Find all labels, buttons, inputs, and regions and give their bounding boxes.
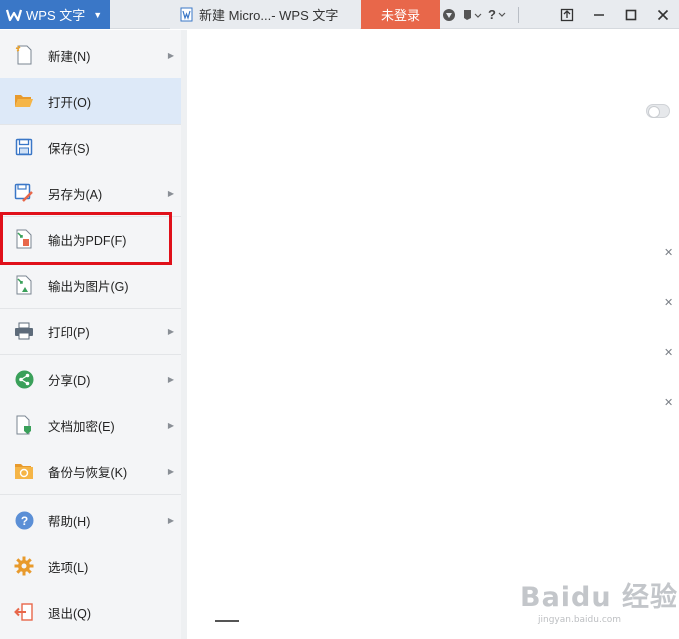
- menu-item-help[interactable]: ? 帮助(H) ▶: [0, 497, 181, 543]
- toggle-switch[interactable]: [646, 104, 670, 118]
- menu-item-encrypt[interactable]: 文档加密(E) ▶: [0, 402, 181, 448]
- menu-item-label: 打印(P): [48, 325, 90, 340]
- new-doc-icon: [14, 45, 34, 65]
- menu-item-exit[interactable]: 退出(Q): [0, 589, 181, 635]
- save-as-icon: [14, 183, 34, 203]
- panel-edge: [181, 30, 187, 639]
- title-bar: WPS 文字 ▼ 新建 Micro...- WPS 文字 未登录 ?: [0, 0, 679, 29]
- skin-icon[interactable]: [442, 8, 456, 22]
- menu-divider: [0, 354, 181, 355]
- file-menu-panel: 新建(N) ▶ 打开(O) 保存(S) 另存为(A) ▶ 输出为PDF(F) 输…: [0, 30, 181, 639]
- chevron-down-icon: ▼: [93, 9, 103, 20]
- menu-item-label: 选项(L): [48, 560, 89, 575]
- help-icon: ?: [14, 510, 34, 530]
- document-title: 新建 Micro...- WPS 文字: [199, 8, 339, 23]
- menu-item-new[interactable]: 新建(N) ▶: [0, 32, 181, 78]
- close-icon[interactable]: ✕: [664, 398, 674, 409]
- export-image-icon: [14, 275, 34, 295]
- encrypt-icon: [14, 415, 34, 435]
- menu-item-label: 新建(N): [48, 49, 91, 64]
- menu-item-label: 分享(D): [48, 373, 91, 388]
- submenu-arrow-icon: ▶: [167, 420, 174, 430]
- scroll-indicator: [215, 620, 239, 622]
- menu-item-backup[interactable]: 备份与恢复(K) ▶: [0, 448, 181, 494]
- window-controls: [551, 0, 679, 29]
- highlight-annotation-box: [0, 212, 172, 265]
- close-icon[interactable]: ✕: [664, 248, 674, 259]
- feedback-icon[interactable]: [462, 8, 482, 22]
- menu-divider: [0, 494, 181, 495]
- close-icon[interactable]: ✕: [664, 348, 674, 359]
- menu-item-print[interactable]: 打印(P) ▶: [0, 308, 181, 354]
- menu-item-save-as[interactable]: 另存为(A) ▶: [0, 170, 181, 216]
- menu-item-label: 保存(S): [48, 141, 90, 156]
- app-menu-button[interactable]: WPS 文字 ▼: [0, 0, 110, 29]
- menu-item-options[interactable]: 选项(L): [0, 543, 181, 589]
- wps-logo-icon: [5, 7, 23, 23]
- menu-item-label: 退出(Q): [48, 606, 92, 621]
- menu-item-open[interactable]: 打开(O): [0, 78, 181, 124]
- menu-item-label: 另存为(A): [48, 187, 103, 202]
- menu-item-save[interactable]: 保存(S): [0, 124, 181, 170]
- save-icon: [14, 137, 34, 157]
- document-icon: [180, 7, 193, 22]
- help-mark: ?: [488, 7, 496, 22]
- exit-icon: [14, 602, 34, 622]
- toolbar-divider: [517, 6, 519, 23]
- menu-item-label: 输出为图片(G): [48, 279, 129, 294]
- submenu-arrow-icon: ▶: [167, 188, 174, 198]
- options-gear-icon: [14, 556, 34, 576]
- close-window-button[interactable]: [647, 0, 679, 29]
- document-tab[interactable]: 新建 Micro...- WPS 文字: [170, 0, 360, 29]
- titlebar-tools: ?: [442, 0, 525, 29]
- submenu-arrow-icon: ▶: [167, 515, 174, 525]
- share-icon: [14, 369, 34, 389]
- restore-layout-button[interactable]: [551, 0, 583, 29]
- close-icon[interactable]: ✕: [664, 298, 674, 309]
- menu-item-export-image[interactable]: 输出为图片(G): [0, 262, 181, 308]
- help-dropdown-icon[interactable]: ?: [488, 7, 506, 22]
- watermark-text: Baidu 经验: [520, 582, 679, 613]
- menu-item-label: 打开(O): [48, 95, 92, 110]
- minimize-button[interactable]: [583, 0, 615, 29]
- submenu-arrow-icon: ▶: [167, 374, 174, 384]
- print-icon: [14, 321, 34, 341]
- menu-item-share[interactable]: 分享(D) ▶: [0, 356, 181, 402]
- main-content-area: [181, 30, 679, 639]
- maximize-button[interactable]: [615, 0, 647, 29]
- submenu-arrow-icon: ▶: [167, 466, 174, 476]
- app-name: WPS 文字: [26, 8, 86, 23]
- svg-text:?: ?: [20, 514, 27, 528]
- menu-item-label: 文档加密(E): [48, 419, 115, 434]
- menu-item-label: 帮助(H): [48, 514, 91, 529]
- backup-icon: [14, 461, 34, 481]
- menu-item-label: 备份与恢复(K): [48, 465, 128, 480]
- watermark-url: jingyan.baidu.com: [538, 615, 622, 625]
- baidu-watermark: Baidu 经验 jingyan.baidu.com: [520, 575, 679, 625]
- login-button[interactable]: 未登录: [361, 0, 440, 29]
- submenu-arrow-icon: ▶: [167, 326, 174, 336]
- open-folder-icon: [14, 91, 34, 111]
- submenu-arrow-icon: ▶: [167, 50, 174, 60]
